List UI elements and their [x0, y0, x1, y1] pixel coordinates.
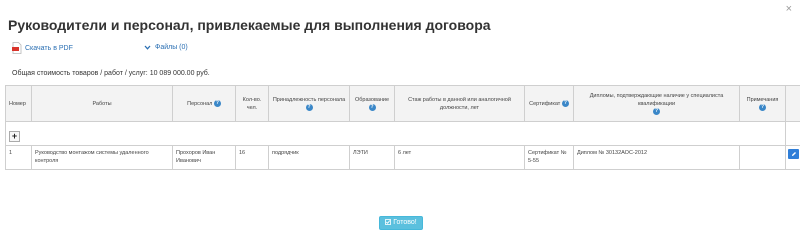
help-icon[interactable]: ?: [213, 99, 221, 107]
download-pdf-label: Скачать в PDF: [25, 44, 73, 52]
header-actions: [785, 85, 800, 122]
header-personnel: Персонал ?: [172, 85, 236, 122]
pencil-icon: [791, 152, 796, 156]
help-icon[interactable]: ?: [653, 107, 660, 115]
download-pdf-link[interactable]: Скачать в PDF: [12, 42, 73, 54]
cell-number: 1: [5, 145, 32, 170]
files-label: Файлы (0): [155, 44, 188, 51]
table-row: 1 Руководство монтажом системы удаленног…: [5, 145, 800, 170]
add-row-cell: +: [5, 121, 786, 146]
pdf-icon: [12, 42, 22, 54]
add-row-actions-cell: [785, 121, 800, 146]
cell-experience: 6 лет: [394, 145, 525, 170]
add-row-button[interactable]: +: [9, 131, 20, 142]
chevron-down-icon: [144, 44, 151, 51]
cell-certificate: Сертификат № 5-55: [524, 145, 574, 170]
done-label: Готово!: [393, 219, 417, 226]
header-notes: Примечания ?: [739, 85, 786, 122]
personnel-table-wrap: Номер Работы Персонал ? Кол-во. чел. При…: [5, 85, 800, 170]
close-icon[interactable]: ×: [786, 3, 792, 15]
cell-personnel: Прохоров Иван Иванович: [172, 145, 236, 170]
header-affiliation: Принадлежность персонала ?: [268, 85, 350, 122]
cell-education: ЛЭТИ: [349, 145, 395, 170]
cell-works: Руководство монтажом системы удаленного …: [31, 145, 173, 170]
header-certificate: Сертификат ?: [524, 85, 574, 122]
help-icon[interactable]: ?: [561, 99, 569, 107]
cell-notes: [739, 145, 786, 170]
toolbar: Скачать в PDF Файлы (0): [12, 42, 312, 56]
edit-row-button[interactable]: [788, 149, 799, 159]
cell-edit: [785, 145, 800, 170]
total-cost: Общая стоимость товаров / работ / услуг:…: [12, 70, 210, 77]
files-dropdown[interactable]: Файлы (0): [144, 44, 188, 51]
header-diplomas: Дипломы, подтверждающие наличие у специа…: [573, 85, 740, 122]
done-button[interactable]: Готово!: [379, 216, 423, 230]
table-header-row: Номер Работы Персонал ? Кол-во. чел. При…: [5, 85, 800, 122]
cell-count: 16: [235, 145, 269, 170]
cell-diplomas: Диплом № 30132АОС-2012: [573, 145, 740, 170]
checkbox-icon: [385, 219, 392, 225]
help-icon[interactable]: ?: [305, 103, 313, 111]
header-education: Образование ?: [349, 85, 395, 122]
help-icon[interactable]: ?: [759, 103, 766, 111]
help-icon[interactable]: ?: [368, 103, 376, 111]
header-number: Номер: [5, 85, 32, 122]
add-row: +: [5, 121, 800, 146]
header-count: Кол-во. чел.: [235, 85, 269, 122]
header-experience: Стаж работы в данной или аналогичной дол…: [394, 85, 525, 122]
header-works: Работы: [31, 85, 173, 122]
dialog-title: Руководители и персонал, привлекаемые дл…: [8, 17, 491, 33]
cell-affiliation: подрядчик: [268, 145, 350, 170]
personnel-table: Номер Работы Персонал ? Кол-во. чел. При…: [5, 85, 800, 170]
